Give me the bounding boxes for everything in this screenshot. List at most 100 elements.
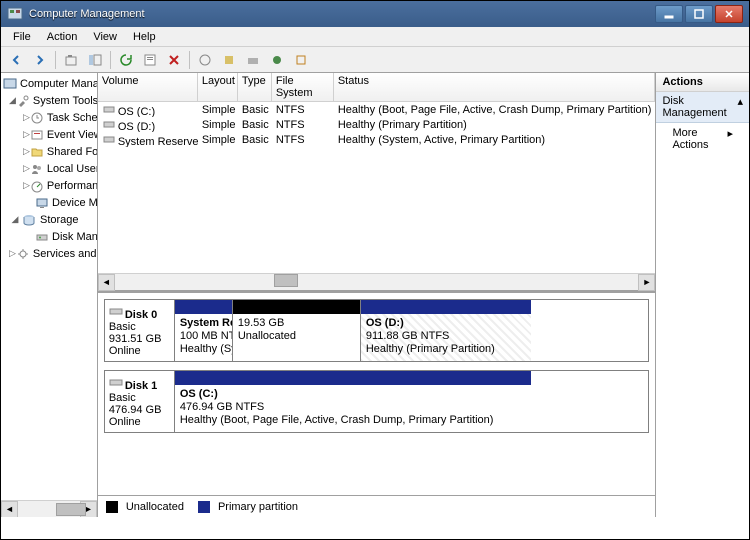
tree-system-tools[interactable]: ◢ System Tools: [1, 92, 97, 109]
legend-swatch-unallocated: [106, 501, 118, 513]
clock-icon: [30, 110, 44, 126]
tree-label: Local Users and Groups: [47, 163, 98, 175]
performance-icon: [30, 178, 44, 194]
up-button[interactable]: [60, 49, 82, 71]
col-volume[interactable]: Volume: [98, 73, 198, 101]
tree-shared-folders[interactable]: ▷ Shared Folders: [1, 143, 97, 160]
disk-icon: [35, 229, 49, 245]
close-button[interactable]: [715, 5, 743, 23]
disk-icon: [109, 304, 123, 318]
tree-event-viewer[interactable]: ▷ Event Viewer: [1, 126, 97, 143]
event-icon: [30, 127, 44, 143]
tree-label: Services and Applications: [33, 248, 98, 260]
collapse-icon[interactable]: ◢: [9, 95, 16, 106]
tree-scrollbar[interactable]: ◄►: [1, 500, 97, 517]
window-title: Computer Management: [29, 8, 655, 20]
computer-icon: [3, 76, 17, 92]
col-layout[interactable]: Layout: [198, 73, 238, 101]
services-icon: [16, 246, 30, 262]
tree-local-users[interactable]: ▷ Local Users and Groups: [1, 160, 97, 177]
toolbar: [1, 47, 749, 73]
partition-bar: [361, 300, 531, 314]
tree-label: Disk Management: [52, 231, 98, 243]
partition[interactable]: 19.53 GBUnallocated: [233, 300, 361, 361]
partition-bar: [175, 371, 531, 385]
legend-unallocated: Unallocated: [126, 501, 184, 513]
disk-block: Disk 1Basic476.94 GBOnlineOS (C:)476.94 …: [104, 370, 650, 433]
expand-icon[interactable]: ▷: [23, 112, 30, 123]
menu-help[interactable]: Help: [125, 29, 164, 45]
properties-button[interactable]: [139, 49, 161, 71]
toolbar-icon-2[interactable]: [218, 49, 240, 71]
show-hide-tree-button[interactable]: [84, 49, 106, 71]
disk-info[interactable]: Disk 1Basic476.94 GBOnline: [105, 371, 175, 432]
toolbar-icon-5[interactable]: [290, 49, 312, 71]
tree-device-manager[interactable]: Device Manager: [1, 194, 97, 211]
disk-icon: [109, 375, 123, 389]
app-icon: [7, 6, 23, 22]
menu-view[interactable]: View: [85, 29, 125, 45]
partition[interactable]: OS (C:)476.94 GB NTFSHealthy (Boot, Page…: [175, 371, 531, 432]
tree-label: Computer Management (Local): [20, 78, 98, 90]
col-filesystem[interactable]: File System: [272, 73, 334, 101]
actions-pane: Actions Disk Management ▴ More Actions ▸: [656, 73, 749, 517]
drive-icon: [102, 117, 116, 131]
partition[interactable]: System Res100 MB NTFSHealthy (System: [175, 300, 233, 361]
disk-block: Disk 0Basic931.51 GBOnlineSystem Res100 …: [104, 299, 650, 362]
expand-icon[interactable]: ▷: [9, 248, 16, 259]
tree-storage[interactable]: ◢ Storage: [1, 211, 97, 228]
volume-row[interactable]: OS (D:)SimpleBasicNTFSHealthy (Primary P…: [98, 117, 656, 132]
expand-icon[interactable]: ▷: [23, 146, 30, 157]
tree-services-apps[interactable]: ▷ Services and Applications: [1, 245, 97, 262]
tree-performance[interactable]: ▷ Performance: [1, 177, 97, 194]
folder-icon: [30, 144, 44, 160]
tree-task-scheduler[interactable]: ▷ Task Scheduler: [1, 109, 97, 126]
actions-section-label: Disk Management: [662, 95, 737, 119]
col-type[interactable]: Type: [238, 73, 272, 101]
forward-button[interactable]: [29, 49, 51, 71]
storage-icon: [21, 212, 37, 228]
device-icon: [35, 195, 49, 211]
chevron-right-icon: ▸: [727, 127, 733, 151]
drive-icon: [102, 102, 116, 116]
tree-disk-management[interactable]: Disk Management: [1, 228, 97, 245]
legend: Unallocated Primary partition: [98, 495, 656, 517]
volume-row[interactable]: OS (C:)SimpleBasicNTFSHealthy (Boot, Pag…: [98, 102, 656, 117]
refresh-button[interactable]: [115, 49, 137, 71]
maximize-button[interactable]: [685, 5, 713, 23]
toolbar-icon-1[interactable]: [194, 49, 216, 71]
back-button[interactable]: [5, 49, 27, 71]
titlebar: Computer Management: [1, 1, 749, 27]
legend-swatch-primary: [198, 501, 210, 513]
partition[interactable]: OS (D:)911.88 GB NTFSHealthy (Primary Pa…: [361, 300, 531, 361]
menu-action[interactable]: Action: [39, 29, 86, 45]
tree-label: Storage: [40, 214, 79, 226]
collapse-icon[interactable]: ◢: [9, 214, 21, 225]
volume-row[interactable]: System Reserved (F:)SimpleBasicNTFSHealt…: [98, 132, 656, 147]
volume-list: Volume Layout Type File System Status OS…: [98, 73, 656, 290]
volume-scrollbar[interactable]: ◄►: [98, 273, 656, 290]
disk-info[interactable]: Disk 0Basic931.51 GBOnline: [105, 300, 175, 361]
drive-icon: [102, 132, 116, 146]
actions-more[interactable]: More Actions ▸: [656, 123, 749, 155]
expand-icon[interactable]: ▷: [23, 180, 30, 191]
minimize-button[interactable]: [655, 5, 683, 23]
volume-list-header: Volume Layout Type File System Status: [98, 73, 656, 102]
tree-label: Event Viewer: [47, 129, 98, 141]
actions-header: Actions: [656, 73, 749, 92]
disk-graphical-view: Disk 0Basic931.51 GBOnlineSystem Res100 …: [98, 290, 656, 495]
tree-root[interactable]: Computer Management (Local): [1, 75, 97, 92]
tree-label: Task Scheduler: [47, 112, 98, 124]
navigation-tree: Computer Management (Local) ◢ System Too…: [1, 73, 98, 517]
expand-icon[interactable]: ▷: [23, 163, 30, 174]
delete-button[interactable]: [163, 49, 185, 71]
partition-bar: [233, 300, 360, 314]
menu-file[interactable]: File: [5, 29, 39, 45]
expand-icon[interactable]: ▷: [23, 129, 30, 140]
actions-section[interactable]: Disk Management ▴: [656, 92, 749, 123]
col-status[interactable]: Status: [334, 73, 656, 101]
toolbar-icon-4[interactable]: [266, 49, 288, 71]
legend-primary: Primary partition: [218, 501, 298, 513]
users-icon: [30, 161, 44, 177]
toolbar-icon-3[interactable]: [242, 49, 264, 71]
